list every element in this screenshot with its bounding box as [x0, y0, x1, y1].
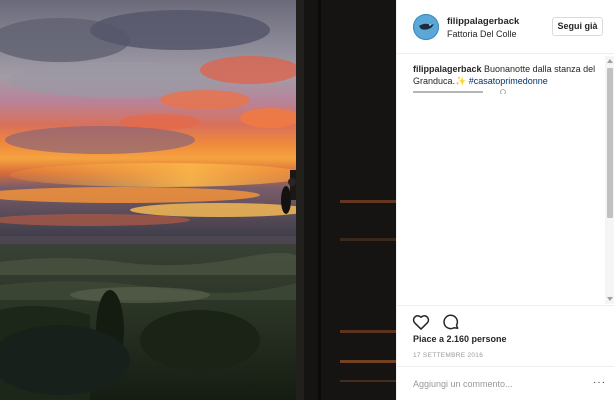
comment-button[interactable] [441, 312, 461, 332]
caption-username[interactable]: filippalagerback [413, 64, 482, 74]
comment-input[interactable] [413, 376, 583, 392]
heart-icon [412, 315, 430, 330]
scroll-down-arrow-icon[interactable] [607, 297, 613, 301]
comment-bubble-icon [443, 314, 459, 330]
truncated-text-fragment [413, 89, 506, 94]
post-side-panel: filippalagerback Fattoria Del Colle Segu… [396, 0, 614, 400]
caption: filippalagerback Buonanotte dalla stanza… [413, 63, 597, 87]
post-photo[interactable] [0, 0, 396, 400]
user-block: filippalagerback Fattoria Del Colle [447, 16, 547, 40]
like-button[interactable] [411, 312, 431, 332]
add-comment-bar: ··· [397, 366, 614, 400]
scrollbar-thumb[interactable] [607, 68, 613, 218]
post-header: filippalagerback Fattoria Del Colle Segu… [397, 0, 614, 54]
bird-icon [413, 14, 439, 40]
username[interactable]: filippalagerback [447, 16, 547, 28]
caption-meta-line [413, 88, 509, 94]
avatar[interactable] [413, 14, 439, 40]
action-icons [411, 312, 467, 332]
following-button[interactable]: Segui già [552, 17, 603, 36]
scroll-up-arrow-icon[interactable] [607, 59, 613, 63]
sunset-photo [0, 0, 396, 400]
likes-count[interactable]: Piace a 2.160 persone [413, 334, 507, 344]
location[interactable]: Fattoria Del Colle [447, 28, 547, 40]
comments-area: filippalagerback Buonanotte dalla stanza… [397, 55, 605, 305]
caption-hashtag[interactable]: #casatoprimedonne [469, 76, 548, 86]
post-date: 17 SETTEMBRE 2016 [413, 352, 484, 359]
post-actions: Piace a 2.160 persone 17 SETTEMBRE 2016 [397, 305, 614, 365]
ellipsis-icon[interactable]: ··· [593, 377, 606, 388]
comments-scrollbar[interactable] [605, 56, 614, 304]
